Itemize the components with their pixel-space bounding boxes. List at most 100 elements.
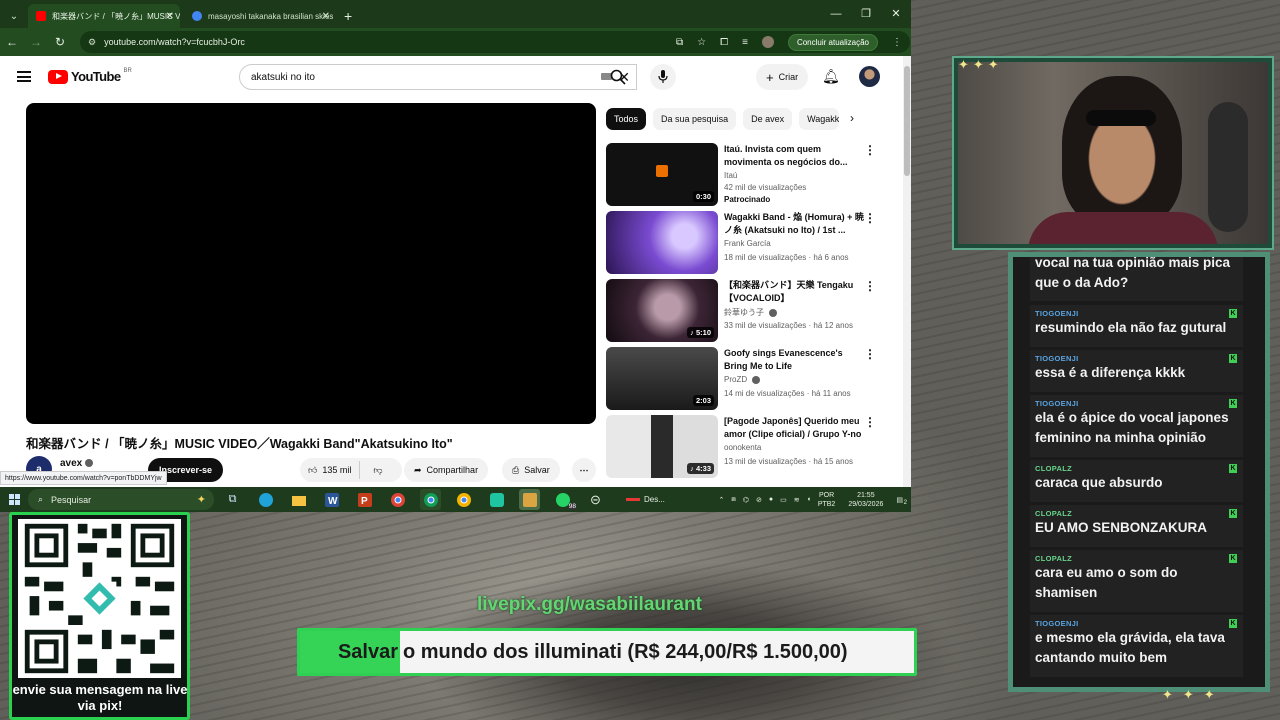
minimize-icon[interactable]: — — [821, 0, 851, 28]
rec-channel[interactable]: Itaú — [724, 171, 737, 180]
chip-from-avex[interactable]: De avex — [743, 108, 793, 130]
channel-name-wrap[interactable]: avex — [60, 458, 94, 469]
rec-title[interactable]: Goofy sings Evanescence's Bring Me to Li… — [724, 347, 864, 373]
notifications-icon[interactable]: ▤ 2 — [896, 496, 907, 506]
more-actions-button[interactable]: ⋯ — [572, 458, 596, 482]
taskbar-search[interactable]: ⌕ Pesquisar ✦ — [28, 489, 214, 510]
menu-icon[interactable] — [17, 71, 31, 82]
more-options-icon[interactable]: ⋮ — [864, 415, 876, 429]
video-thumbnail[interactable]: 2:03 — [606, 347, 718, 410]
rec-channel-wrap[interactable]: ProZD — [724, 375, 761, 384]
channel-name[interactable]: avex — [60, 458, 82, 469]
tray-app-icon[interactable]: ⌬ — [743, 496, 749, 504]
forward-icon[interactable]: → — [24, 35, 48, 49]
whatsapp-icon[interactable]: 98 — [552, 489, 577, 510]
tab-close-icon[interactable]: ✕ — [166, 11, 174, 22]
rec-channel-wrap[interactable]: 鈴華ゆう子 — [724, 307, 778, 318]
rec-channel[interactable]: Frank García — [724, 239, 771, 248]
bookmark-star-icon[interactable]: ☆ — [697, 37, 706, 48]
rec-title[interactable]: Wagakki Band - 焔 (Homura) + 暁ノ糸 (Akatsuk… — [724, 211, 864, 237]
scrollbar-thumb[interactable] — [904, 66, 910, 176]
rec-channel[interactable]: 鈴華ゆう子 — [724, 308, 764, 317]
new-tab-button[interactable]: + — [336, 8, 360, 28]
volume-icon[interactable]: ◖ — [807, 496, 811, 503]
wifi-icon[interactable]: ≋ — [794, 496, 800, 504]
notifications-bell-icon[interactable]: 🔔︎ — [822, 68, 840, 85]
recommendation-item[interactable]: 0:30 Itaú. Invista com quem movimenta os… — [606, 143, 886, 207]
extensions-icon[interactable]: ⧠ — [720, 37, 728, 48]
tab-search-icon[interactable]: ⌄ — [4, 6, 24, 26]
tray-app-icon[interactable]: ⧈ — [731, 496, 735, 504]
update-button[interactable]: Concluir atualização — [787, 33, 878, 51]
page-scrollbar[interactable] — [903, 56, 911, 487]
chip-wagakki[interactable]: Wagakki — [799, 108, 840, 130]
tray-chevron-icon[interactable]: ⌃ — [719, 496, 725, 504]
save-button[interactable]: ⎙ Salvar — [502, 458, 560, 482]
media-controls-icon[interactable]: ≡ — [742, 37, 748, 48]
search-button[interactable] — [598, 64, 638, 90]
clock[interactable]: 21:55 29/03/2026 — [848, 491, 883, 509]
tray-app-icon[interactable]: ⊘ — [756, 496, 762, 504]
restore-icon[interactable]: ❐ — [851, 0, 881, 28]
reload-icon[interactable]: ↻ — [48, 35, 72, 49]
recommendation-item[interactable]: ♪ 4:33 [Pagode Japonês] Querido meu amor… — [606, 415, 886, 479]
youtube-logo[interactable]: YouTube BR — [48, 68, 132, 84]
more-options-icon[interactable]: ⋮ — [864, 347, 876, 361]
chrome-icon[interactable] — [387, 489, 408, 510]
rec-channel[interactable]: oonokenta — [724, 443, 761, 452]
more-options-icon[interactable]: ⋮ — [864, 211, 876, 225]
youtube-play-icon — [48, 69, 68, 84]
omnibox[interactable]: ⚙ youtube.com/watch?v=fcucbhJ-Orc ⧉ ☆ ⧠ … — [80, 31, 910, 53]
more-options-icon[interactable]: ⋮ — [864, 143, 876, 157]
powerpoint-icon[interactable]: P — [354, 489, 375, 510]
tray-app-icon[interactable]: ● — [769, 496, 773, 503]
search-input[interactable]: akatsuki no ito ✕ — [239, 64, 637, 90]
recommendation-item[interactable]: Wagakki Band - 焔 (Homura) + 暁ノ糸 (Akatsuk… — [606, 211, 886, 275]
edge-icon[interactable] — [255, 489, 276, 510]
chip-all[interactable]: Todos — [606, 108, 647, 130]
tab-close-icon[interactable]: ✕ — [322, 11, 330, 22]
file-explorer-icon[interactable] — [288, 489, 309, 510]
chrome-active-icon[interactable] — [420, 489, 441, 510]
user-avatar[interactable] — [859, 66, 880, 87]
sync-app-icon[interactable]: ⊝ — [585, 489, 606, 510]
word-icon[interactable]: W — [321, 489, 342, 510]
install-app-icon[interactable]: ⧉ — [676, 37, 683, 48]
back-icon[interactable]: ← — [0, 35, 24, 49]
battery-icon[interactable]: ▭ — [780, 496, 787, 504]
like-dislike-group: 👍︎ 135 mil 👎︎ — [300, 458, 402, 482]
video-thumbnail[interactable]: 0:30 — [606, 143, 718, 206]
task-view-icon[interactable]: ⧉ — [222, 489, 243, 510]
running-app[interactable]: Des... — [626, 495, 665, 504]
rec-title[interactable]: 【和楽器バンド】天樂 Tengaku【VOCALOID】 — [724, 279, 864, 305]
dislike-button[interactable]: 👎︎ — [365, 465, 390, 476]
video-player[interactable] — [26, 103, 596, 424]
rec-title[interactable]: Itaú. Invista com quem movimenta os negó… — [724, 143, 864, 169]
video-thumbnail[interactable] — [606, 211, 718, 274]
like-button[interactable]: 👍︎ 135 mil — [300, 461, 361, 479]
sunglasses-icon — [1086, 110, 1156, 126]
voice-search-button[interactable] — [650, 64, 676, 90]
profile-avatar[interactable] — [761, 36, 774, 48]
terminal-app-icon[interactable] — [486, 489, 507, 510]
share-button[interactable]: ➦ Compartilhar — [404, 458, 489, 482]
recommendation-item[interactable]: 2:03 Goofy sings Evanescence's Bring Me … — [606, 347, 886, 411]
rec-title[interactable]: [Pagode Japonês] Querido meu amor (Clipe… — [724, 415, 864, 441]
menu-dots-icon[interactable]: ⋮ — [892, 37, 902, 48]
video-thumbnail[interactable]: ♪ 4:33 — [606, 415, 718, 478]
chrome-profile-icon[interactable] — [453, 489, 474, 510]
tab-youtube-video[interactable]: 和楽器バンド / 「暁ノ糸」MUSIC VIDEO ✕ — [28, 4, 180, 28]
start-button[interactable] — [0, 494, 28, 505]
close-window-icon[interactable]: ✕ — [881, 0, 911, 28]
recommendation-item[interactable]: ♪ 5:10 【和楽器バンド】天樂 Tengaku【VOCALOID】 鈴華ゆう… — [606, 279, 886, 343]
language-indicator[interactable]: POR PTB2 — [818, 491, 836, 509]
obs-app-icon[interactable] — [519, 489, 540, 510]
rec-channel[interactable]: ProZD — [724, 375, 747, 384]
chip-from-search[interactable]: Da sua pesquisa — [653, 108, 737, 130]
chips-next-icon[interactable]: › — [850, 111, 854, 125]
tab-search-results[interactable]: masayoshi takanaka brasilian skies ✕ — [184, 4, 336, 28]
video-thumbnail[interactable]: ♪ 5:10 — [606, 279, 718, 342]
create-button[interactable]: + Criar — [756, 64, 809, 90]
site-info-icon[interactable]: ⚙ — [88, 37, 96, 48]
more-options-icon[interactable]: ⋮ — [864, 279, 876, 293]
